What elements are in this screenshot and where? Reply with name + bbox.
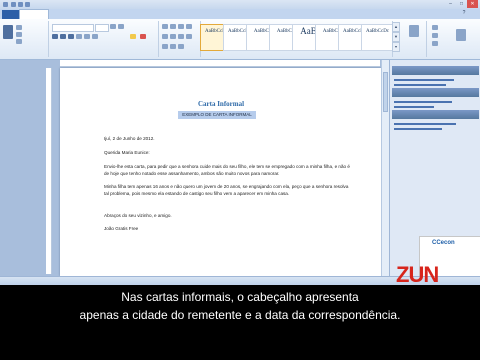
cut-icon[interactable] — [16, 25, 22, 30]
copy-icon[interactable] — [16, 32, 22, 37]
shrink-font-icon[interactable] — [118, 24, 124, 29]
video-frame: – □ ✕ ? AaBbCcDc AaBbCcDc AaBbCc AaBbCc … — [0, 0, 480, 360]
pane-link[interactable] — [394, 84, 446, 86]
letter-subtitle-selected[interactable]: EXEMPLO DE CARTA INFORMAL — [178, 111, 256, 119]
ad-logo: CCecon — [432, 240, 455, 246]
multilevel-list-icon[interactable] — [178, 24, 184, 29]
bold-icon[interactable] — [52, 34, 58, 39]
align-center-icon[interactable] — [170, 34, 176, 39]
underline-icon[interactable] — [68, 34, 74, 39]
redo-icon[interactable] — [25, 2, 30, 7]
ribbon: AaBbCcDc AaBbCcDc AaBbCc AaBbCc AaB AaBb… — [0, 19, 480, 60]
pane-link[interactable] — [394, 123, 456, 125]
task-pane: CCecon — [389, 60, 480, 278]
scrollbar-thumb[interactable] — [383, 72, 388, 112]
pane-link[interactable] — [394, 106, 434, 108]
pane-link[interactable] — [394, 101, 452, 103]
shading-icon[interactable] — [170, 44, 176, 49]
vertical-ruler[interactable] — [46, 68, 52, 274]
change-styles-group — [402, 21, 427, 57]
replace-icon[interactable] — [432, 33, 438, 38]
font-color-icon[interactable] — [140, 34, 146, 39]
paragraph: Minha filha tem apenas 16 anos e não que… — [104, 184, 349, 196]
paste-icon[interactable] — [3, 25, 13, 39]
maximize-button[interactable]: □ — [456, 0, 467, 8]
styles-scroll-down-button[interactable]: ▼ — [392, 32, 400, 42]
vertical-scrollbar[interactable] — [381, 60, 389, 276]
video-caption: Nas cartas informais, o cabeçalho aprese… — [0, 288, 480, 324]
help-icon[interactable]: ? — [460, 9, 468, 17]
tab-mailings[interactable] — [118, 10, 150, 19]
paragraph-group — [160, 21, 201, 57]
styles-more-button[interactable]: ▾ — [392, 42, 400, 52]
style-tile[interactable]: AaBbCcDc — [361, 24, 394, 51]
italic-icon[interactable] — [60, 34, 66, 39]
horizontal-ruler[interactable] — [60, 60, 380, 67]
caption-line: apenas a cidade do remetente e a data da… — [79, 308, 401, 322]
grow-font-icon[interactable] — [110, 24, 116, 29]
document-page[interactable]: Carta Informal EXEMPLO DE CARTA INFORMAL… — [60, 68, 382, 276]
superscript-icon[interactable] — [92, 34, 98, 39]
pane-link[interactable] — [394, 128, 442, 130]
watermark-logo: ZUN — [396, 262, 439, 287]
pane-section-header[interactable] — [392, 110, 479, 119]
translate-icon[interactable] — [456, 29, 466, 41]
select-icon[interactable] — [432, 41, 438, 46]
format-painter-icon[interactable] — [16, 39, 22, 44]
tab-page-layout[interactable] — [63, 10, 97, 19]
paragraph: Envio-lhe esta carta, para pedir que a s… — [104, 164, 350, 176]
pane-section-header[interactable] — [392, 66, 479, 75]
pane-section-header[interactable] — [392, 88, 479, 97]
clipboard-group — [0, 21, 49, 57]
signature: João Gratis Free — [104, 226, 139, 231]
editing-group — [428, 21, 478, 57]
bullets-icon[interactable] — [162, 24, 168, 29]
align-right-icon[interactable] — [178, 34, 184, 39]
justify-icon[interactable] — [186, 34, 192, 39]
highlight-icon[interactable] — [130, 34, 136, 39]
word-logo-icon[interactable] — [3, 2, 8, 7]
styles-gallery: AaBbCcDc AaBbCcDc AaBbCc AaBbCc AaB AaBb… — [200, 21, 394, 57]
letter-title: Carta Informal — [197, 100, 245, 108]
strikethrough-icon[interactable] — [76, 34, 82, 39]
style-sample: AaBbCcDc — [365, 29, 390, 34]
line-spacing-icon[interactable] — [162, 44, 168, 49]
find-icon[interactable] — [432, 25, 438, 30]
window-title — [150, 0, 330, 9]
sort-icon[interactable] — [186, 24, 192, 29]
font-group — [50, 21, 159, 57]
font-name-dropdown[interactable] — [52, 24, 94, 32]
undo-icon[interactable] — [18, 2, 23, 7]
caption-line: Nas cartas informais, o cabeçalho aprese… — [121, 290, 359, 304]
ribbon-tabs: ? — [0, 9, 480, 20]
title-bar: – □ ✕ — [0, 0, 480, 9]
align-left-icon[interactable] — [162, 34, 168, 39]
document-area: Carta Informal EXEMPLO DE CARTA INFORMAL… — [0, 60, 388, 276]
closing: Abraços do seu vizinho, e amigo. — [104, 213, 172, 218]
quick-access-toolbar — [3, 1, 33, 8]
pane-link[interactable] — [394, 79, 454, 81]
borders-icon[interactable] — [178, 44, 184, 49]
tab-references[interactable] — [94, 10, 120, 19]
change-styles-icon[interactable] — [409, 25, 419, 37]
close-button[interactable]: ✕ — [467, 0, 478, 8]
date-line: Ijuí, 2 de Junho de 2012. — [104, 136, 155, 141]
subscript-icon[interactable] — [84, 34, 90, 39]
minimize-button[interactable]: – — [445, 0, 456, 8]
word-window: – □ ✕ ? AaBbCcDc AaBbCcDc AaBbCc AaBbCc … — [0, 0, 480, 285]
styles-scroll-up-button[interactable]: ▲ — [392, 22, 400, 32]
tab-file[interactable] — [2, 10, 20, 19]
font-size-dropdown[interactable] — [95, 24, 109, 32]
numbering-icon[interactable] — [170, 24, 176, 29]
save-icon[interactable] — [11, 2, 16, 7]
greeting: Querida Maria Eunice: — [104, 150, 150, 155]
